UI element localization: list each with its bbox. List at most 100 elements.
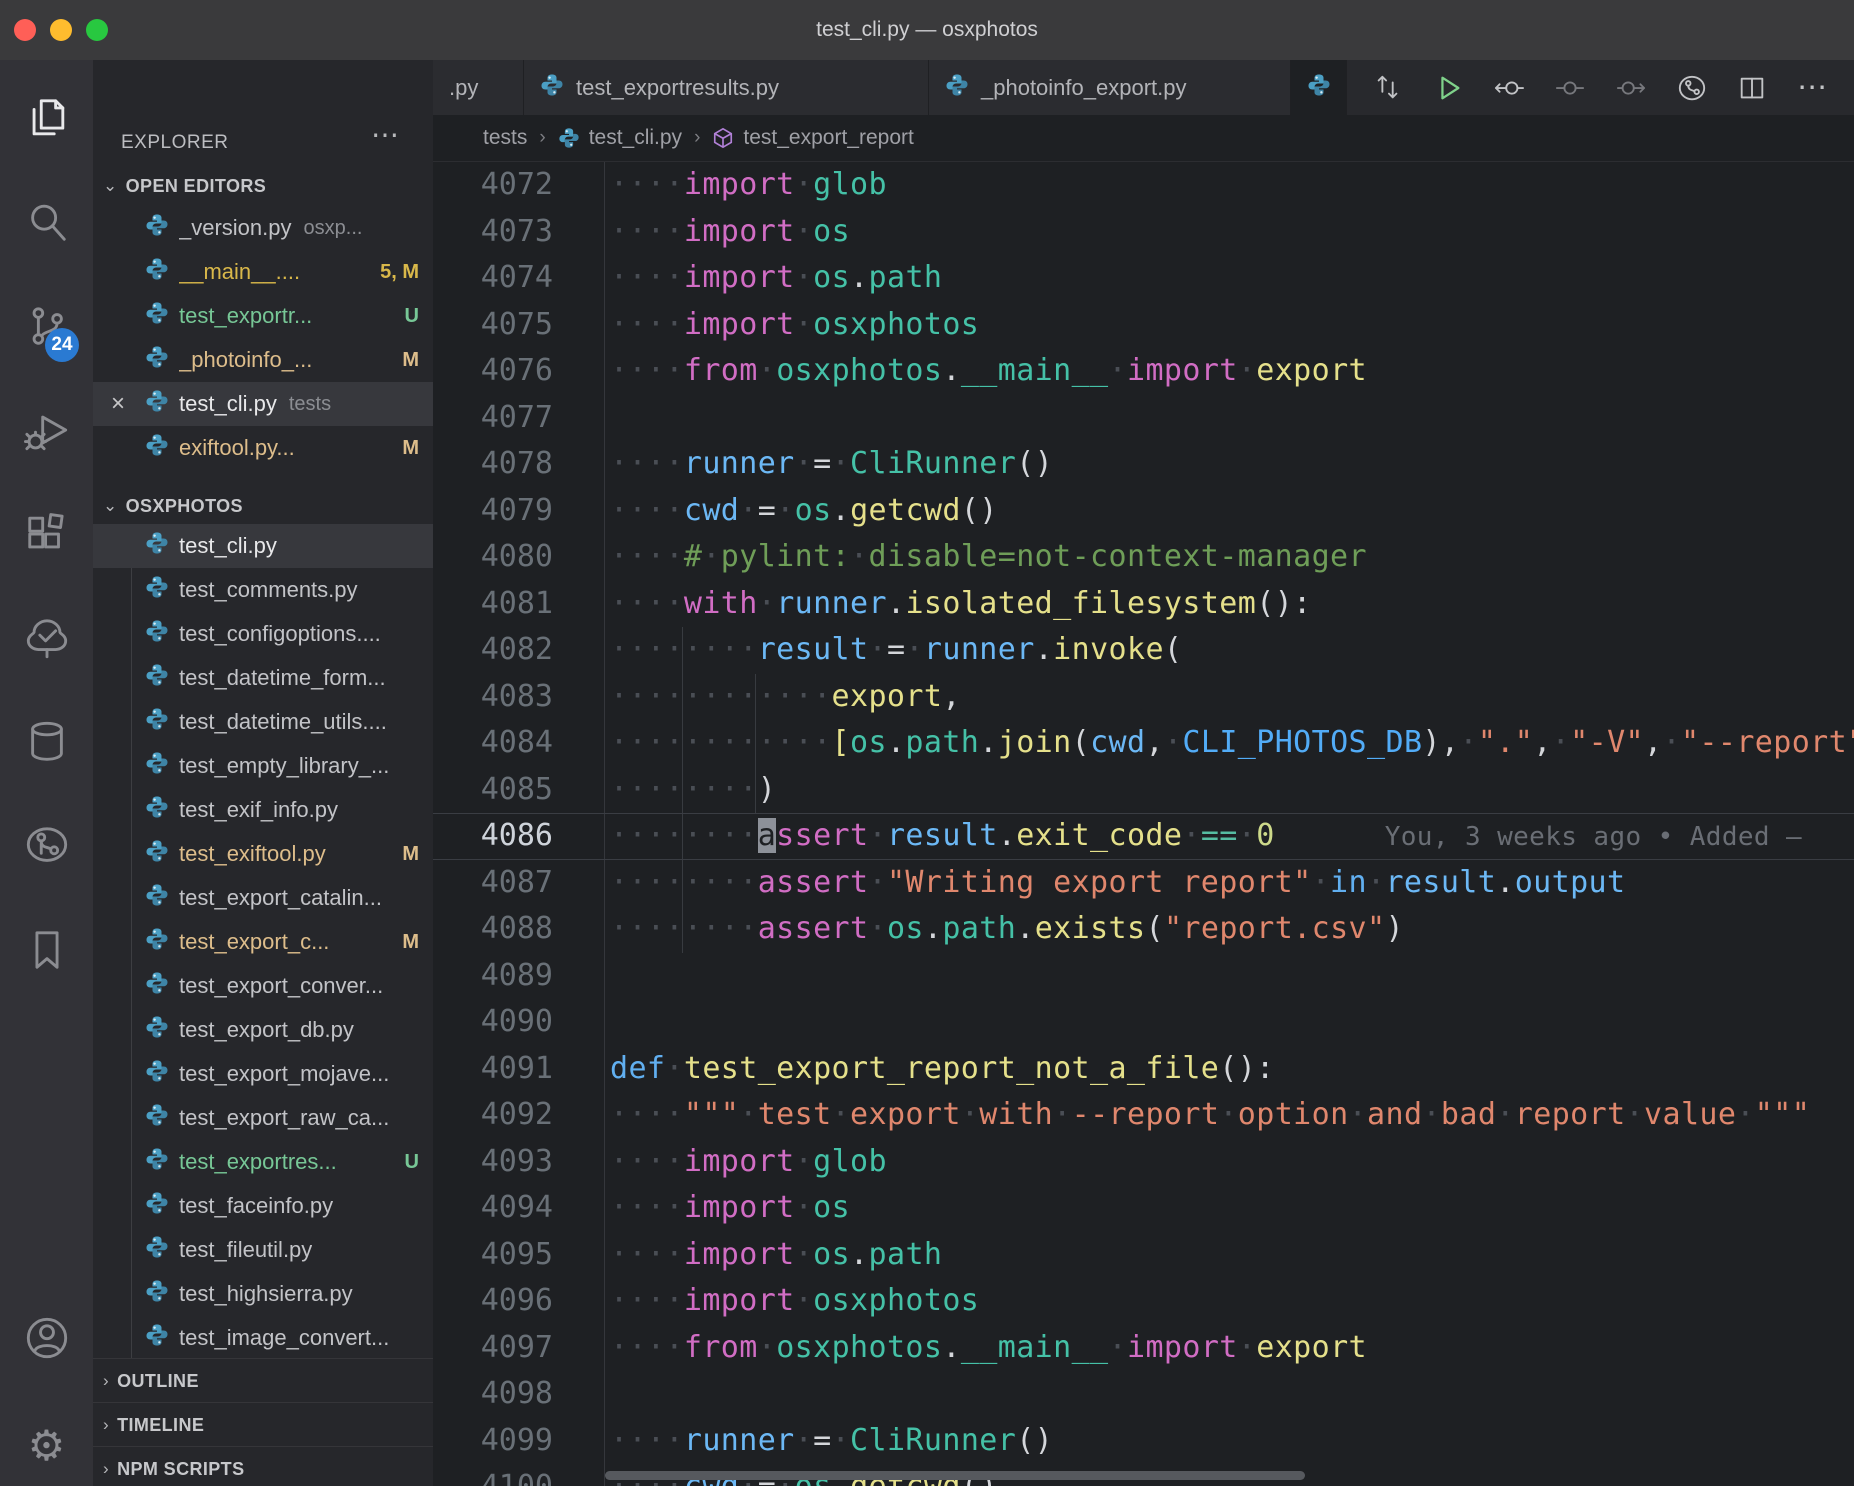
line-number[interactable]: 4080 [433, 534, 553, 581]
line-number[interactable]: 4099 [433, 1418, 553, 1465]
line-number[interactable]: 4085 [433, 767, 553, 814]
line-number[interactable]: 4091 [433, 1046, 553, 1093]
explorer-icon[interactable] [0, 88, 93, 148]
open-editor-item[interactable]: __main__....5, M [93, 250, 433, 294]
git-graph-icon[interactable] [0, 816, 93, 876]
code-line[interactable]: 4091def·test_export_report_not_a_file(): [433, 1046, 1854, 1093]
code-line[interactable]: 4079····cwd·=·os.getcwd() [433, 488, 1854, 535]
line-number[interactable]: 4088 [433, 906, 553, 953]
code-line[interactable]: 4098 [433, 1371, 1854, 1418]
tab-test_exportresults.py[interactable]: test_exportresults.py [524, 60, 929, 115]
tree-item[interactable]: test_export_mojave... [93, 1052, 433, 1096]
line-number[interactable]: 4076 [433, 348, 553, 395]
code-editor[interactable]: 4072····import·glob4073····import·os4074… [433, 162, 1854, 1486]
tree-item[interactable]: test_datetime_utils.... [93, 700, 433, 744]
extensions-icon[interactable] [0, 504, 93, 564]
breadcrumb-item[interactable]: test_cli.py [558, 126, 682, 150]
code-line[interactable]: 4078····runner·=·CliRunner() [433, 441, 1854, 488]
compare-changes-icon[interactable] [1368, 68, 1408, 108]
code-line[interactable]: 4093····import·glob [433, 1139, 1854, 1186]
explorer-more-actions-button[interactable]: ⋯ [371, 118, 399, 151]
open-editor-item[interactable]: _photoinfo_...M [93, 338, 433, 382]
database-icon[interactable] [0, 712, 93, 772]
line-number[interactable]: 4082 [433, 627, 553, 674]
account-icon[interactable] [0, 1308, 93, 1368]
line-number[interactable]: 4096 [433, 1278, 553, 1325]
open-editor-item[interactable]: ×test_cli.pytests [93, 382, 433, 426]
bookmarks-icon[interactable] [0, 920, 93, 980]
git-graph-icon[interactable] [1672, 68, 1712, 108]
split-editor-icon[interactable] [1732, 68, 1772, 108]
run-debug-icon[interactable] [0, 400, 93, 460]
line-number[interactable]: 4083 [433, 674, 553, 721]
code-line[interactable]: 4088········assert·os.path.exists("repor… [433, 906, 1854, 953]
code-line[interactable]: 4087········assert·"Writing export repor… [433, 860, 1854, 907]
line-number[interactable]: 4077 [433, 395, 553, 442]
tree-item[interactable]: test_configoptions.... [93, 612, 433, 656]
run-file-icon[interactable] [1429, 68, 1469, 108]
tree-item[interactable]: test_highsierra.py [93, 1272, 433, 1316]
line-number[interactable]: 4097 [433, 1325, 553, 1372]
tree-item[interactable]: test_faceinfo.py [93, 1184, 433, 1228]
open-editors-section-header[interactable]: ⌄ OPEN EDITORS [93, 168, 433, 204]
breadcrumb-item[interactable]: test_export_report [712, 126, 913, 150]
open-editor-item[interactable]: _version.pyosxp... [93, 206, 433, 250]
code-line[interactable]: 4084············[os.path.join(cwd,·CLI_P… [433, 720, 1854, 767]
line-number[interactable]: 4078 [433, 441, 553, 488]
horizontal-scrollbar[interactable] [605, 1471, 1305, 1480]
search-icon[interactable] [0, 192, 93, 252]
line-number[interactable]: 4087 [433, 860, 553, 907]
line-number[interactable]: 4094 [433, 1185, 553, 1232]
nav-forward-icon[interactable] [1611, 68, 1651, 108]
tree-item[interactable]: test_fileutil.py [93, 1228, 433, 1272]
close-icon[interactable]: × [111, 390, 125, 418]
code-line[interactable]: 4097····from·osxphotos.__main__·import·e… [433, 1325, 1854, 1372]
breadcrumb-item[interactable]: tests [483, 126, 527, 150]
line-number[interactable]: 4081 [433, 581, 553, 628]
line-number[interactable]: 4100 [433, 1464, 553, 1486]
sidebar-section-timeline[interactable]: ›TIMELINE [93, 1402, 433, 1447]
tree-item[interactable]: test_exportres...U [93, 1140, 433, 1184]
line-number[interactable]: 4073 [433, 209, 553, 256]
tree-item[interactable]: test_exif_info.py [93, 788, 433, 832]
tree-item[interactable]: test_export_conver... [93, 964, 433, 1008]
line-number[interactable]: 4098 [433, 1371, 553, 1418]
code-line[interactable]: 4086········assert·result.exit_code·==·0… [433, 813, 1854, 860]
nav-back-icon[interactable] [1489, 68, 1529, 108]
project-section-header[interactable]: ⌄ OSXPHOTOS [93, 488, 433, 524]
line-number[interactable]: 4089 [433, 953, 553, 1000]
tree-item[interactable]: test_image_convert... [93, 1316, 433, 1360]
line-number[interactable]: 4074 [433, 255, 553, 302]
sidebar-section-npm-scripts[interactable]: ›NPM SCRIPTS [93, 1446, 433, 1486]
code-line[interactable]: 4096····import·osxphotos [433, 1278, 1854, 1325]
code-line[interactable]: 4085········) [433, 767, 1854, 814]
tree-item[interactable]: test_comments.py [93, 568, 433, 612]
code-line[interactable]: 4077 [433, 395, 1854, 442]
tree-item[interactable]: test_export_c...M [93, 920, 433, 964]
tab-_photoinfo_export.py[interactable]: _photoinfo_export.py [929, 60, 1291, 115]
line-number[interactable]: 4084 [433, 720, 553, 767]
settings-icon[interactable]: ⚙ [0, 1416, 93, 1476]
nav-location-icon[interactable] [1550, 68, 1590, 108]
code-line[interactable]: 4083············export, [433, 674, 1854, 721]
open-editor-item[interactable]: exiftool.py...M [93, 426, 433, 470]
tree-item[interactable]: test_empty_library_... [93, 744, 433, 788]
more-actions-icon[interactable]: ⋯ [1793, 68, 1833, 108]
code-line[interactable]: 4081····with·runner.isolated_filesystem(… [433, 581, 1854, 628]
sidebar-section-outline[interactable]: ›OUTLINE [93, 1358, 433, 1403]
code-line[interactable]: 4094····import·os [433, 1185, 1854, 1232]
source-control-icon[interactable]: 24 [0, 296, 93, 356]
line-number[interactable]: 4072 [433, 162, 553, 209]
code-line[interactable]: 4099····runner·=·CliRunner() [433, 1418, 1854, 1465]
tab-active-partial[interactable] [1291, 60, 1347, 115]
code-line[interactable]: 4076····from·osxphotos.__main__·import·e… [433, 348, 1854, 395]
line-number[interactable]: 4092 [433, 1092, 553, 1139]
tab-.py[interactable]: .py [433, 60, 524, 115]
line-number[interactable]: 4079 [433, 488, 553, 535]
code-line[interactable]: 4075····import·osxphotos [433, 302, 1854, 349]
tree-item[interactable]: test_datetime_form... [93, 656, 433, 700]
line-number[interactable]: 4086 [433, 813, 553, 860]
line-number[interactable]: 4075 [433, 302, 553, 349]
code-line[interactable]: 4090 [433, 999, 1854, 1046]
code-line[interactable]: 4095····import·os.path [433, 1232, 1854, 1279]
